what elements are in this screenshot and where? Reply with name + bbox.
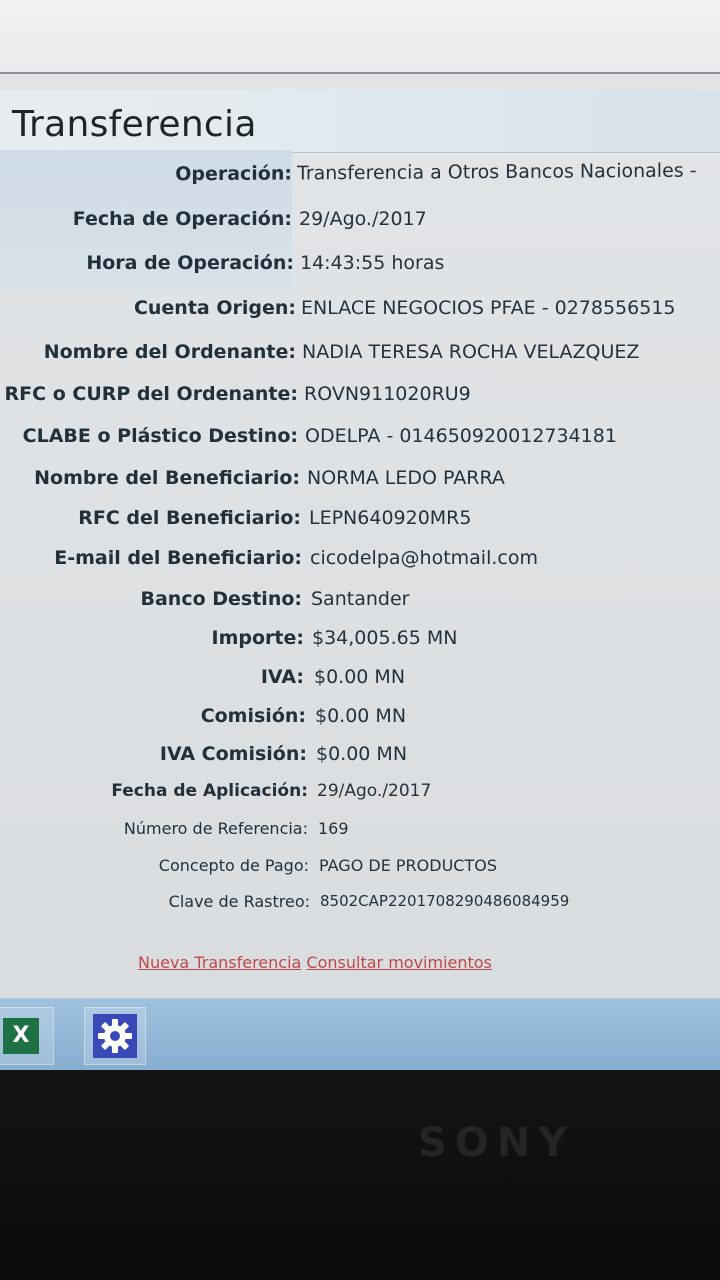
detail-row-numero-referencia: Número de Referencia: 169 [0, 819, 720, 859]
detail-label: Hora de Operación: [86, 252, 294, 274]
detail-row-iva: IVA: $0.00 MN [0, 666, 720, 706]
detail-row-importe: Importe: $34,005.65 MN [0, 627, 720, 667]
detail-value: 29/Ago./2017 [299, 208, 427, 230]
detail-label: Cuenta Origen: [133, 297, 296, 319]
detail-label: IVA: [260, 666, 304, 688]
detail-value: Santander [311, 588, 410, 610]
detail-value: ROVN911020RU9 [304, 383, 471, 405]
detail-value: $0.00 MN [314, 666, 406, 688]
detail-value: ENLACE NEGOCIOS PFAE - 0278556515 [301, 297, 676, 319]
detail-row-nombre-ordenante: Nombre del Ordenante: NADIA TERESA ROCHA… [0, 341, 720, 381]
view-movements-link[interactable]: Consultar movimientos [306, 953, 491, 972]
detail-label: Nombre del Ordenante: [43, 341, 296, 363]
detail-value: cicodelpa@hotmail.com [310, 547, 538, 569]
detail-row-nombre-beneficiario: Nombre del Beneficiario: NORMA LEDO PARR… [0, 467, 720, 507]
detail-row-email-beneficiario: E-mail del Beneficiario: cicodelpa@hotma… [0, 547, 720, 587]
detail-label: Fecha de Operación: [72, 208, 292, 230]
detail-label: Número de Referencia: [123, 819, 308, 838]
gear-icon [93, 1014, 137, 1058]
detail-value: 8502CAP2201708290486084959 [320, 892, 570, 910]
detail-value: 29/Ago./2017 [317, 781, 432, 801]
monitor-bezel [0, 1070, 720, 1280]
detail-label: Importe: [211, 627, 304, 649]
detail-row-hora-operacion: Hora de Operación: 14:43:55 horas [0, 252, 720, 292]
detail-row-concepto-pago: Concepto de Pago: PAGO DE PRODUCTOS [0, 856, 720, 896]
detail-value: NORMA LEDO PARRA [307, 467, 505, 489]
detail-row-clave-rastreo: Clave de Rastreo: 8502CAP220170829048608… [0, 892, 720, 932]
detail-value: LEPN640920MR5 [309, 507, 472, 529]
taskbar: X [0, 998, 720, 1070]
detail-label: Clave de Rastreo: [168, 892, 310, 911]
detail-value: 169 [318, 819, 349, 838]
detail-value: ODELPA - 014650920012734181 [305, 425, 617, 447]
detail-value: PAGO DE PRODUCTOS [319, 856, 497, 875]
browser-top-band [0, 0, 720, 74]
detail-row-operacion: Operación: Transferencia a Otros Bancos … [0, 159, 720, 204]
detail-label: Fecha de Aplicación: [111, 781, 308, 801]
detail-label: Comisión: [200, 705, 306, 727]
detail-row-banco-destino: Banco Destino: Santander [0, 588, 720, 628]
action-links: Nueva Transferencia Consultar movimiento… [138, 953, 492, 972]
detail-label: Banco Destino: [140, 588, 303, 610]
excel-icon: X [3, 1018, 39, 1054]
settings-taskbar-button[interactable] [84, 1007, 146, 1065]
detail-value: $0.00 MN [315, 705, 407, 727]
detail-label: Concepto de Pago: [158, 856, 309, 875]
detail-label: E-mail del Beneficiario: [54, 547, 302, 569]
brand-logo: SONY [418, 1120, 576, 1166]
detail-row-fecha-operacion: Fecha de Operación: 29/Ago./2017 [0, 208, 720, 248]
new-transfer-link[interactable]: Nueva Transferencia [138, 953, 301, 972]
detail-row-rfc-beneficiario: RFC del Beneficiario: LEPN640920MR5 [0, 507, 720, 547]
detail-row-comision: Comisión: $0.00 MN [0, 705, 720, 745]
excel-taskbar-button[interactable]: X [0, 1007, 54, 1065]
detail-row-fecha-aplicacion: Fecha de Aplicación: 29/Ago./2017 [0, 781, 720, 821]
monitor-screen: Transferencia Operación: Transferencia a… [0, 0, 720, 1070]
detail-row-iva-comision: IVA Comisión: $0.00 MN [0, 743, 720, 783]
detail-row-clabe-destino: CLABE o Plástico Destino: ODELPA - 01465… [0, 425, 720, 465]
detail-value: Transferencia a Otros Bancos Nacionales … [297, 159, 697, 185]
detail-value: $34,005.65 MN [312, 627, 458, 649]
detail-label: Operación: [175, 162, 292, 186]
page-title: Transferencia [12, 104, 257, 145]
detail-label: IVA Comisión: [159, 743, 307, 765]
detail-label: Nombre del Beneficiario: [34, 467, 300, 489]
detail-value: $0.00 MN [316, 743, 408, 765]
detail-label: RFC o CURP del Ordenante: [4, 383, 298, 405]
detail-row-rfc-ordenante: RFC o CURP del Ordenante: ROVN911020RU9 [0, 383, 720, 423]
detail-row-cuenta-origen: Cuenta Origen: ENLACE NEGOCIOS PFAE - 02… [0, 297, 720, 337]
detail-label: CLABE o Plástico Destino: [22, 425, 298, 447]
detail-label: RFC del Beneficiario: [78, 507, 301, 529]
detail-value: 14:43:55 horas [300, 252, 445, 274]
detail-value: NADIA TERESA ROCHA VELAZQUEZ [302, 341, 640, 363]
